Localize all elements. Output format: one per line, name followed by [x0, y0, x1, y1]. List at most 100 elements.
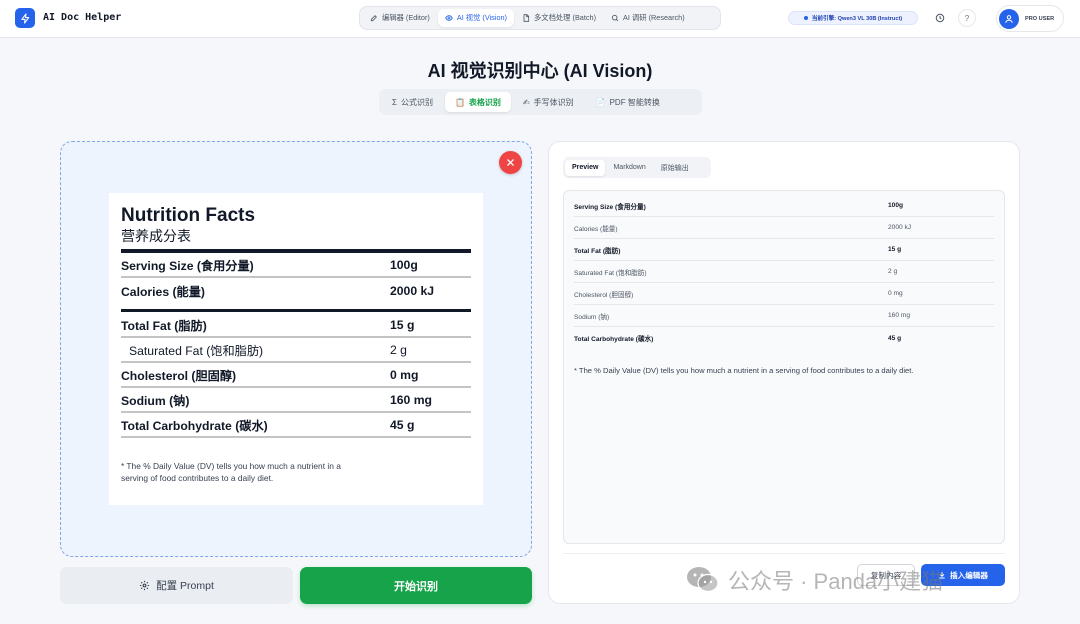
- nav-label: 编辑器 (Editor): [382, 13, 430, 22]
- table-cell: 45 g: [888, 334, 902, 342]
- result-footnote: * The % Daily Value (DV) tells you how m…: [574, 366, 914, 375]
- image-row: Saturated Fat (饱和脂肪) 2 g: [121, 338, 471, 363]
- app-title: AI Doc Helper: [43, 12, 122, 23]
- image-row: Sodium (钠) 160 mg: [121, 388, 471, 413]
- divider: [121, 309, 471, 312]
- image-row-label: Sodium (钠): [121, 393, 190, 408]
- document-icon: 📄: [595, 97, 606, 107]
- configure-prompt-button[interactable]: 配置 Prompt: [60, 567, 293, 604]
- divider: [563, 553, 1005, 554]
- uploaded-image-preview: Nutrition Facts 营养成分表 Serving Size (食用分量…: [109, 193, 483, 505]
- table-cell: 2000 kJ: [888, 224, 912, 231]
- image-row: Serving Size (食用分量) 100g: [121, 253, 471, 278]
- gear-icon: [140, 580, 150, 591]
- tab-handwriting[interactable]: ✍ 手写体识别: [513, 92, 584, 112]
- wechat-logo-icon: [687, 567, 719, 593]
- image-row: Total Fat (脂肪) 15 g: [121, 313, 471, 338]
- table-row: Calories (能量) 2000 kJ: [574, 217, 994, 239]
- table-row: Total Fat (脂肪) 15 g: [574, 239, 994, 261]
- tab-preview[interactable]: Preview: [565, 159, 606, 176]
- engine-badge[interactable]: 当前引擎: Qwen3 VL 30B (Instruct): [788, 11, 918, 25]
- start-recognition-button[interactable]: 开始识别: [300, 567, 532, 604]
- table-row: Cholesterol (胆固醇) 0 mg: [574, 283, 994, 305]
- image-row-value: 45 g: [390, 417, 415, 432]
- nav-batch[interactable]: 多文档处理 (Batch): [515, 9, 603, 27]
- tab-label: PDF 智能转换: [609, 97, 660, 107]
- table-row: Sodium (钠) 160 mg: [574, 305, 994, 327]
- engine-label: 当前引擎: Qwen3 VL 30B (Instruct): [811, 16, 903, 22]
- table-cell: Serving Size (食用分量): [574, 203, 646, 211]
- tab-label: 表格识别: [468, 97, 501, 107]
- table-cell: 15 g: [888, 246, 902, 253]
- image-row-label: Calories (能量): [121, 284, 205, 299]
- help-label: ?: [964, 13, 970, 23]
- history-button[interactable]: [931, 9, 949, 27]
- remove-image-button[interactable]: [499, 151, 522, 174]
- tab-label: 手写体识别: [533, 97, 574, 107]
- table-row: Total Carbohydrate (碳水) 45 g: [574, 327, 994, 349]
- table-cell: 160 mg: [888, 312, 910, 319]
- prompt-label: 配置 Prompt: [156, 580, 214, 592]
- table-cell: 0 mg: [888, 290, 903, 297]
- nav-vision[interactable]: AI 视觉 (Vision): [437, 9, 514, 27]
- image-footnote: * The % Daily Value (DV) tells you how m…: [121, 461, 341, 483]
- tab-markdown[interactable]: Markdown: [606, 160, 652, 176]
- image-row-value: 2 g: [390, 342, 407, 357]
- image-row-label: Total Carbohydrate (碳水): [121, 418, 268, 433]
- page-title: AI 视觉识别中心 (AI Vision): [427, 61, 653, 81]
- eye-icon: [445, 15, 453, 21]
- image-row-label: Total Fat (脂肪): [121, 318, 207, 333]
- watermark: 公众号 · Panda小建猫: [686, 563, 943, 597]
- user-menu[interactable]: PRO USER: [996, 5, 1064, 32]
- search-icon: [611, 14, 619, 22]
- clipboard-icon: 📋: [454, 97, 465, 107]
- result-preview: Serving Size (食用分量) 100g Calories (能量) 2…: [563, 190, 1005, 544]
- clock-icon: [935, 13, 945, 23]
- start-label: 开始识别: [394, 580, 438, 593]
- help-button[interactable]: ?: [958, 9, 976, 27]
- tab-pdf[interactable]: 📄 PDF 智能转换: [586, 92, 670, 112]
- writing-hand-icon: ✍: [522, 97, 530, 107]
- avatar: [999, 8, 1019, 29]
- image-subtitle: 营养成分表: [121, 228, 191, 244]
- table-cell: 2 g: [888, 268, 898, 275]
- image-row-value: 0 mg: [390, 367, 419, 382]
- image-row: Calories (能量) 2000 kJ: [121, 278, 471, 303]
- sigma-icon: Σ: [392, 97, 397, 107]
- table-cell: Calories (能量): [574, 225, 618, 233]
- vision-mode-tabs: Σ 公式识别 📋 表格识别 ✍ 手写体识别 📄 PDF 智能转换: [379, 89, 702, 115]
- result-table: Serving Size (食用分量) 100g Calories (能量) 2…: [574, 195, 994, 349]
- tab-label: 公式识别: [400, 97, 433, 107]
- image-row-label: Saturated Fat (饱和脂肪): [129, 343, 264, 358]
- nav-editor[interactable]: 编辑器 (Editor): [363, 9, 437, 27]
- main-nav: 编辑器 (Editor) AI 视觉 (Vision) 多文档处理 (Batch…: [359, 6, 721, 30]
- image-row-value: 100g: [390, 257, 418, 272]
- table-cell: Cholesterol (胆固醇): [574, 291, 634, 299]
- table-cell: Sodium (钠): [574, 313, 610, 321]
- tab-table[interactable]: 📋 表格识别: [444, 92, 511, 112]
- nav-research[interactable]: AI 调研 (Research): [604, 9, 692, 27]
- user-icon: [1005, 14, 1013, 23]
- tab-formula[interactable]: Σ 公式识别: [382, 92, 443, 112]
- image-row-label: Cholesterol (胆固醇): [121, 368, 237, 383]
- edit-icon: [370, 15, 377, 22]
- table-cell: Total Carbohydrate (碳水): [574, 336, 654, 343]
- image-row-label: Serving Size (食用分量): [121, 258, 254, 273]
- status-dot-icon: [803, 16, 808, 20]
- image-row: Total Carbohydrate (碳水) 45 g: [121, 413, 471, 438]
- close-icon: [507, 159, 514, 166]
- nav-label: AI 视觉 (Vision): [456, 13, 507, 22]
- app-header: AI Doc Helper 编辑器 (Editor) AI 视觉 (Vision…: [0, 0, 1080, 38]
- file-icon: [523, 14, 530, 22]
- tab-raw-output[interactable]: 原始输出: [654, 160, 696, 176]
- output-tabs: Preview Markdown 原始输出: [563, 157, 711, 178]
- table-row: Serving Size (食用分量) 100g: [574, 195, 994, 217]
- table-row: Saturated Fat (饱和脂肪) 2 g: [574, 261, 994, 283]
- watermark-text: 公众号 · Panda小建猫: [728, 569, 944, 594]
- image-row-value: 15 g: [390, 317, 415, 332]
- nav-label: 多文档处理 (Batch): [534, 13, 597, 22]
- table-cell: Saturated Fat (饱和脂肪): [574, 269, 647, 277]
- image-title: Nutrition Facts: [121, 205, 256, 226]
- lightning-logo-icon: [15, 8, 35, 28]
- table-cell: 100g: [888, 202, 904, 209]
